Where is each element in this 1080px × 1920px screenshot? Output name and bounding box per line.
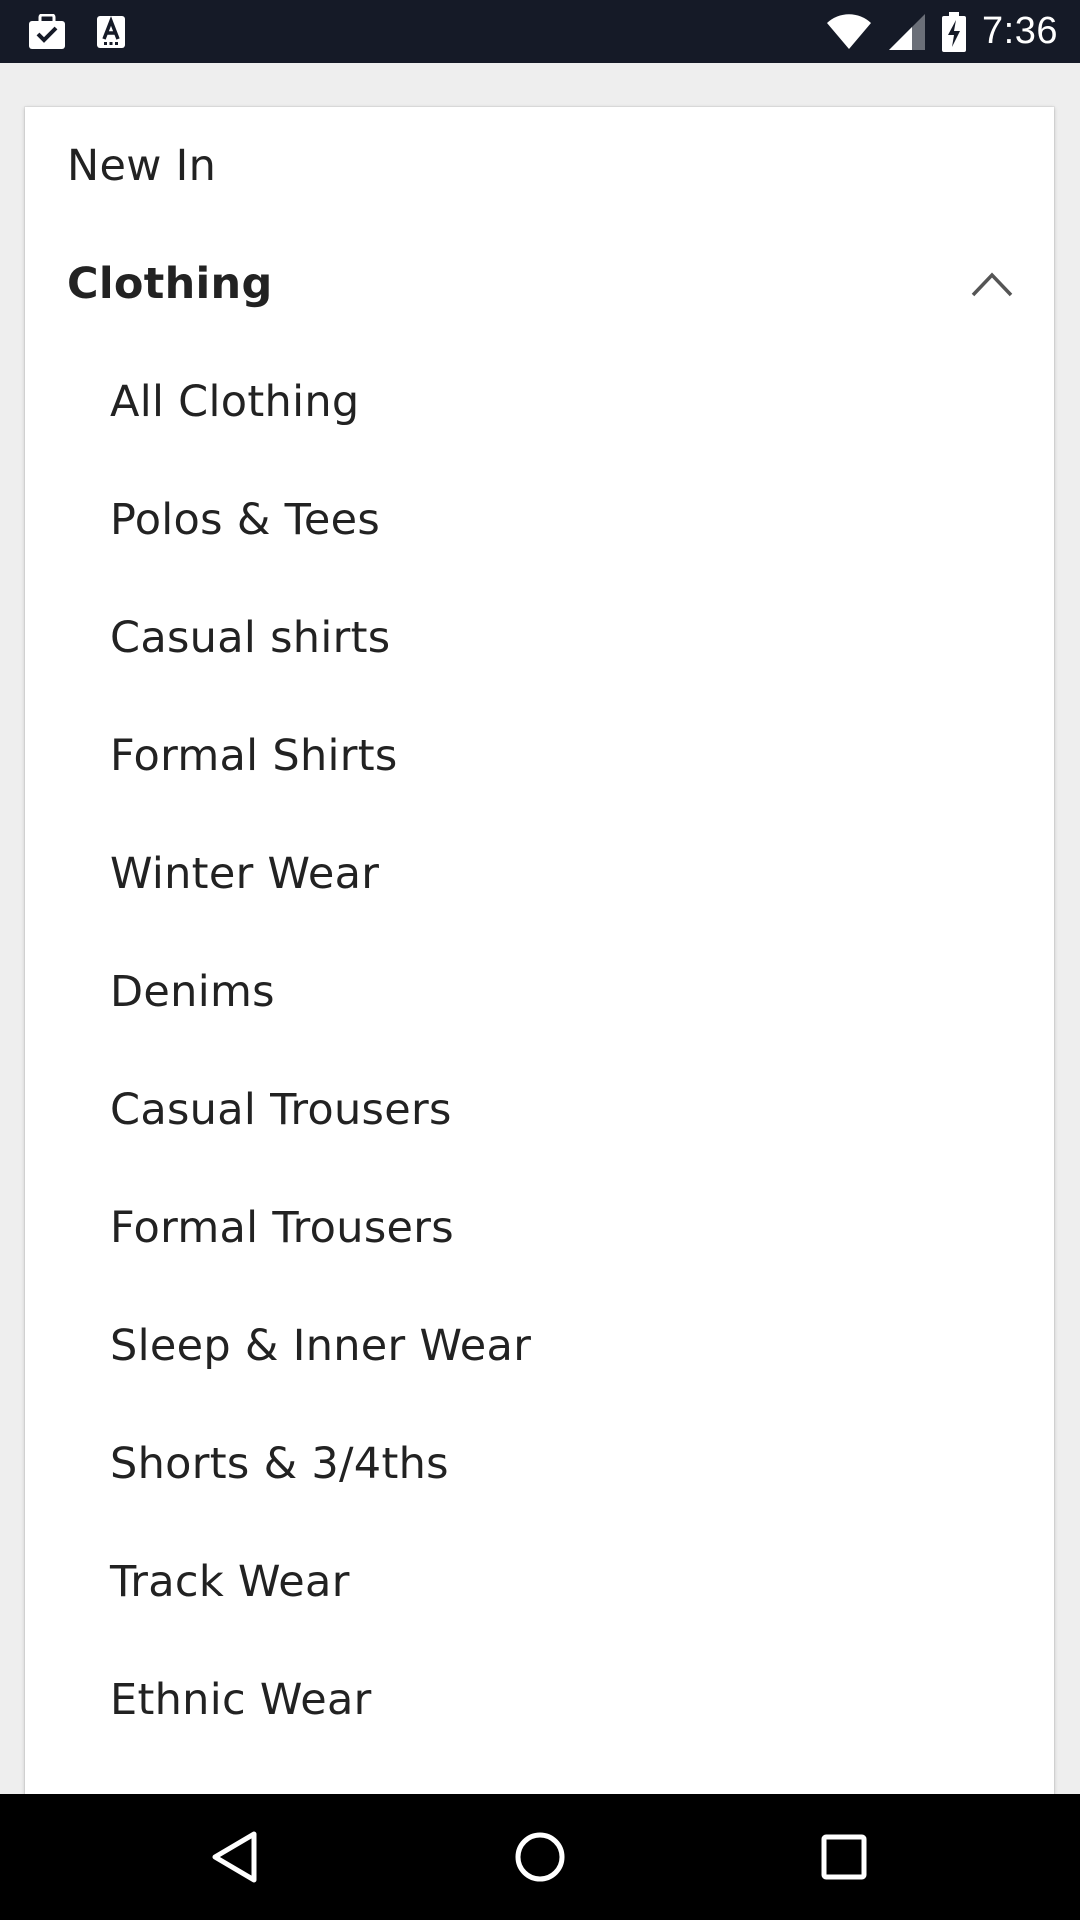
submenu-item-sleep-inner-wear[interactable]: Sleep & Inner Wear — [25, 1287, 1054, 1405]
submenu-item-ethnic-wear[interactable]: Ethnic Wear — [25, 1641, 1054, 1759]
menu-item-clothing[interactable]: Clothing — [25, 225, 1054, 343]
submenu-item-polos-tees[interactable]: Polos & Tees — [25, 461, 1054, 579]
submenu-item-denims[interactable]: Denims — [25, 933, 1054, 1051]
submenu-item-label: Winter Wear — [110, 849, 380, 899]
back-button[interactable] — [175, 1794, 295, 1920]
submenu-item-track-wear[interactable]: Track Wear — [25, 1523, 1054, 1641]
submenu-item-winter-wear[interactable]: Winter Wear — [25, 815, 1054, 933]
submenu-item-formal-shirts[interactable]: Formal Shirts — [25, 697, 1054, 815]
submenu-item-label: Track Wear — [110, 1557, 350, 1607]
recents-button[interactable] — [784, 1794, 904, 1920]
submenu-item-label: All Clothing — [110, 377, 360, 427]
submenu-item-label: Shorts & 3/4ths — [110, 1439, 449, 1489]
submenu-item-label: Ethnic Wear — [110, 1675, 372, 1725]
battery-charging-icon — [942, 11, 967, 52]
home-button[interactable] — [480, 1794, 600, 1920]
recents-icon — [820, 1833, 868, 1881]
briefcase-check-icon — [28, 13, 66, 50]
submenu-item-label: Formal Trousers — [110, 1203, 454, 1253]
status-time: 7:36 — [982, 10, 1058, 52]
home-icon — [514, 1831, 566, 1883]
navigation-bar — [0, 1794, 1080, 1920]
menu-item-label: Clothing — [67, 259, 273, 309]
submenu-item-label: Denims — [110, 967, 275, 1017]
chevron-up-icon[interactable] — [970, 269, 1014, 299]
submenu-item-shorts[interactable]: Shorts & 3/4ths — [25, 1405, 1054, 1523]
menu-item-label: New In — [67, 141, 217, 191]
submenu-item-label: Polos & Tees — [110, 495, 381, 545]
status-bar: 7:36 — [0, 0, 1080, 63]
submenu-item-label: Formal Shirts — [110, 731, 398, 781]
category-menu: New In Clothing All Clothing Polos & Tee… — [25, 107, 1054, 1807]
signal-icon — [888, 13, 926, 51]
menu-item-new-in[interactable]: New In — [25, 107, 1054, 225]
submenu-item-label: Casual shirts — [110, 613, 391, 663]
screen: 7:36 New In Clothing All Clothing Polos … — [0, 0, 1080, 1920]
submenu-item-casual-shirts[interactable]: Casual shirts — [25, 579, 1054, 697]
text-a-icon — [96, 15, 126, 49]
status-left-icons — [28, 0, 126, 63]
submenu-item-label: Casual Trousers — [110, 1085, 452, 1135]
submenu-item-casual-trousers[interactable]: Casual Trousers — [25, 1051, 1054, 1169]
submenu-item-label: Sleep & Inner Wear — [110, 1321, 532, 1371]
back-icon — [210, 1830, 260, 1884]
submenu-item-all-clothing[interactable]: All Clothing — [25, 343, 1054, 461]
submenu-item-formal-trousers[interactable]: Formal Trousers — [25, 1169, 1054, 1287]
wifi-icon — [826, 13, 872, 50]
status-right-icons: 7:36 — [826, 0, 1058, 63]
